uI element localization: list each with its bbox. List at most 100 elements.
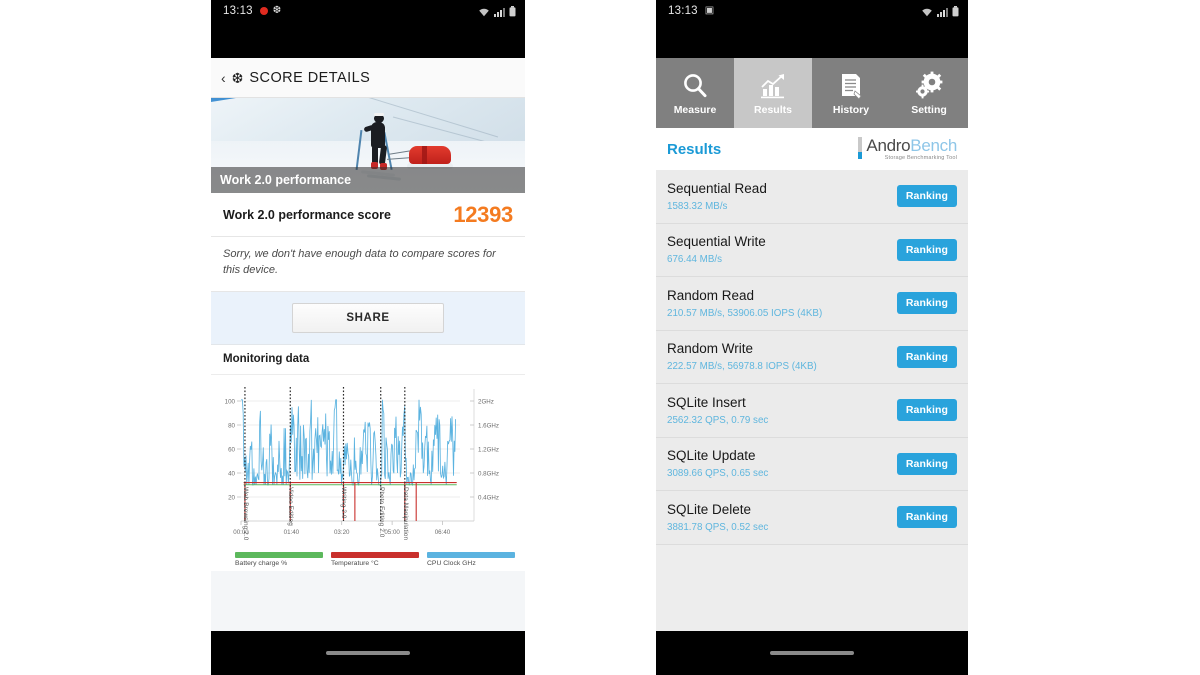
ranking-button[interactable]: Ranking xyxy=(896,452,957,475)
left-status-bar: 13:13 ❆ xyxy=(211,0,525,22)
share-section: SHARE xyxy=(211,291,525,345)
svg-text:05:00: 05:00 xyxy=(384,529,400,536)
result-texts: SQLite Update 3089.66 QPS, 0.65 sec xyxy=(667,448,897,479)
androbench-tab-bar: Measure Results History Setting xyxy=(656,58,968,128)
brand-name-part2: Bench xyxy=(910,135,957,155)
result-row[interactable]: Sequential Read 1583.32 MB/s Ranking xyxy=(656,170,968,224)
bar-chart-icon xyxy=(761,73,784,98)
legend-item: Battery charge % xyxy=(235,551,323,567)
ranking-button[interactable]: Ranking xyxy=(896,292,957,315)
results-title: Results xyxy=(667,140,722,158)
result-row[interactable]: SQLite Update 3089.66 QPS, 0.65 sec Rankin… xyxy=(656,437,968,491)
phone-left-pcmark: 13:13 ❆ ‹ ❆ SCORE DETAILS Work 2.0 perfo… xyxy=(211,0,525,675)
right-notch-pad xyxy=(656,22,968,58)
snowflake-icon: ❆ xyxy=(272,5,282,16)
right-nav-bar xyxy=(656,631,968,675)
result-value: 3089.66 QPS, 0.65 sec xyxy=(667,468,769,480)
gesture-pill[interactable] xyxy=(770,651,854,655)
score-value: 12393 xyxy=(453,201,513,227)
pcmark-appbar: ‹ ❆ SCORE DETAILS xyxy=(211,58,525,98)
result-row[interactable]: SQLite Delete 3881.78 QPS, 0.52 sec Rankin… xyxy=(656,491,968,545)
workload-marker-label: Data Manipulation xyxy=(401,487,409,541)
skier-hat xyxy=(374,113,384,116)
result-value: 222.57 MB/s, 56978.8 IOPS (4KB) xyxy=(667,361,817,373)
result-value: 676.44 MB/s xyxy=(667,254,723,266)
androbench-logo: AndroBench Storage Benchmarking Tool xyxy=(858,135,957,162)
result-name: Random Read xyxy=(667,287,755,303)
legend-item: Temperature °C xyxy=(331,551,419,567)
svg-text:40: 40 xyxy=(228,470,235,477)
left-status-time: 13:13 xyxy=(223,5,253,17)
gesture-pill[interactable] xyxy=(326,651,410,655)
result-value: 210.57 MB/s, 53906.05 IOPS (4KB) xyxy=(667,307,823,319)
result-texts: SQLite Insert 2562.32 QPS, 0.79 sec xyxy=(667,395,897,426)
result-value: 2562.32 QPS, 0.79 sec xyxy=(667,414,769,426)
legend-label: Temperature °C xyxy=(331,559,379,567)
record-dot-icon xyxy=(259,7,268,15)
signal-icon xyxy=(494,7,505,17)
result-value: 3881.78 QPS, 0.52 sec xyxy=(667,521,769,533)
tab-setting[interactable]: Setting xyxy=(890,58,968,128)
svg-text:20: 20 xyxy=(228,494,235,501)
svg-text:80: 80 xyxy=(228,422,235,429)
legend-color-swatch xyxy=(235,551,323,558)
workload-marker-label: Photo Editing 2.0 xyxy=(377,487,385,538)
ranking-button[interactable]: Ranking xyxy=(896,399,957,422)
wifi-icon xyxy=(922,8,932,16)
ranking-button[interactable]: Ranking xyxy=(896,345,957,368)
tab-label: Measure xyxy=(673,103,717,116)
back-chevron-icon[interactable]: ‹ xyxy=(221,71,226,85)
document-pen-icon xyxy=(842,73,862,100)
share-button[interactable]: SHARE xyxy=(292,302,444,333)
svg-text:60: 60 xyxy=(228,446,235,453)
svg-text:0.8GHz: 0.8GHz xyxy=(478,470,499,477)
battery-icon xyxy=(952,5,959,16)
brand-tagline: Storage Benchmarking Tool xyxy=(884,154,957,161)
tab-measure[interactable]: Measure xyxy=(656,58,734,128)
score-card: Work 2.0 performance score 12393 xyxy=(211,193,525,237)
hero-caption: Work 2.0 performance xyxy=(211,167,525,193)
ranking-button[interactable]: Ranking xyxy=(896,185,957,208)
svg-text:2GHz: 2GHz xyxy=(478,398,494,405)
monitoring-chart[interactable]: 20 40 60 80 100 0.4GHz 0.8GHz 1.2GHz 1.6GHz 2GHz 0… xyxy=(215,381,515,549)
compare-note: Sorry, we don't have enough data to comp… xyxy=(211,237,525,292)
compare-note-text: Sorry, we don't have enough data to comp… xyxy=(223,248,496,276)
pcmark-app-body: ‹ ❆ SCORE DETAILS Work 2.0 performance W… xyxy=(211,58,525,631)
signal-icon xyxy=(937,7,948,17)
hero-caption-text: Work 2.0 performance xyxy=(220,173,352,187)
results-list: Sequential Read 1583.32 MB/s Ranking Sequen… xyxy=(656,170,968,631)
svg-text:100: 100 xyxy=(225,398,236,405)
gears-icon xyxy=(916,71,943,98)
svg-text:1.2GHz: 1.2GHz xyxy=(478,446,499,453)
score-label: Work 2.0 performance score xyxy=(223,207,391,222)
result-name: SQLite Update xyxy=(667,448,756,464)
right-status-time: 13:13 xyxy=(668,5,698,17)
result-row[interactable]: SQLite Insert 2562.32 QPS, 0.79 sec Rankin… xyxy=(656,384,968,438)
result-row[interactable]: Sequential Write 676.44 MB/s Ranking xyxy=(656,223,968,277)
tab-results[interactable]: Results xyxy=(734,58,812,128)
monitoring-title: Monitoring data xyxy=(223,353,310,366)
phone-right-androbench: 13:13 ▣ Measure Results History Setting … xyxy=(656,0,968,675)
page-title: SCORE DETAILS xyxy=(249,69,371,86)
svg-text:01:40: 01:40 xyxy=(284,529,300,536)
ranking-button[interactable]: Ranking xyxy=(896,238,957,261)
results-header: Results AndroBench Storage Benchmarking … xyxy=(656,128,968,170)
ranking-button[interactable]: Ranking xyxy=(896,506,957,529)
result-texts: Random Read 210.57 MB/s, 53906.05 IOPS (4… xyxy=(667,288,897,319)
legend-label: CPU Clock GHz xyxy=(427,559,476,567)
result-row[interactable]: Random Read 210.57 MB/s, 53906.05 IOPS (4… xyxy=(656,277,968,331)
result-name: SQLite Delete xyxy=(667,501,752,517)
tab-history[interactable]: History xyxy=(812,58,890,128)
svg-text:1.6GHz: 1.6GHz xyxy=(478,422,499,429)
result-texts: SQLite Delete 3881.78 QPS, 0.52 sec xyxy=(667,502,897,533)
svg-text:06:40: 06:40 xyxy=(435,529,451,536)
wifi-icon xyxy=(479,8,489,16)
tab-label: Setting xyxy=(911,103,947,116)
result-name: Sequential Write xyxy=(667,234,766,250)
brand-name-part1: Andro xyxy=(866,135,911,155)
sled-bag xyxy=(409,146,451,164)
result-row[interactable]: Random Write 222.57 MB/s, 56978.8 IOPS (4… xyxy=(656,330,968,384)
result-texts: Sequential Read 1583.32 MB/s xyxy=(667,181,897,212)
battery-icon xyxy=(509,5,516,16)
monitoring-chart-section: 20 40 60 80 100 0.4GHz 0.8GHz 1.2GHz 1.6GHz 2GHz 0… xyxy=(211,374,525,571)
